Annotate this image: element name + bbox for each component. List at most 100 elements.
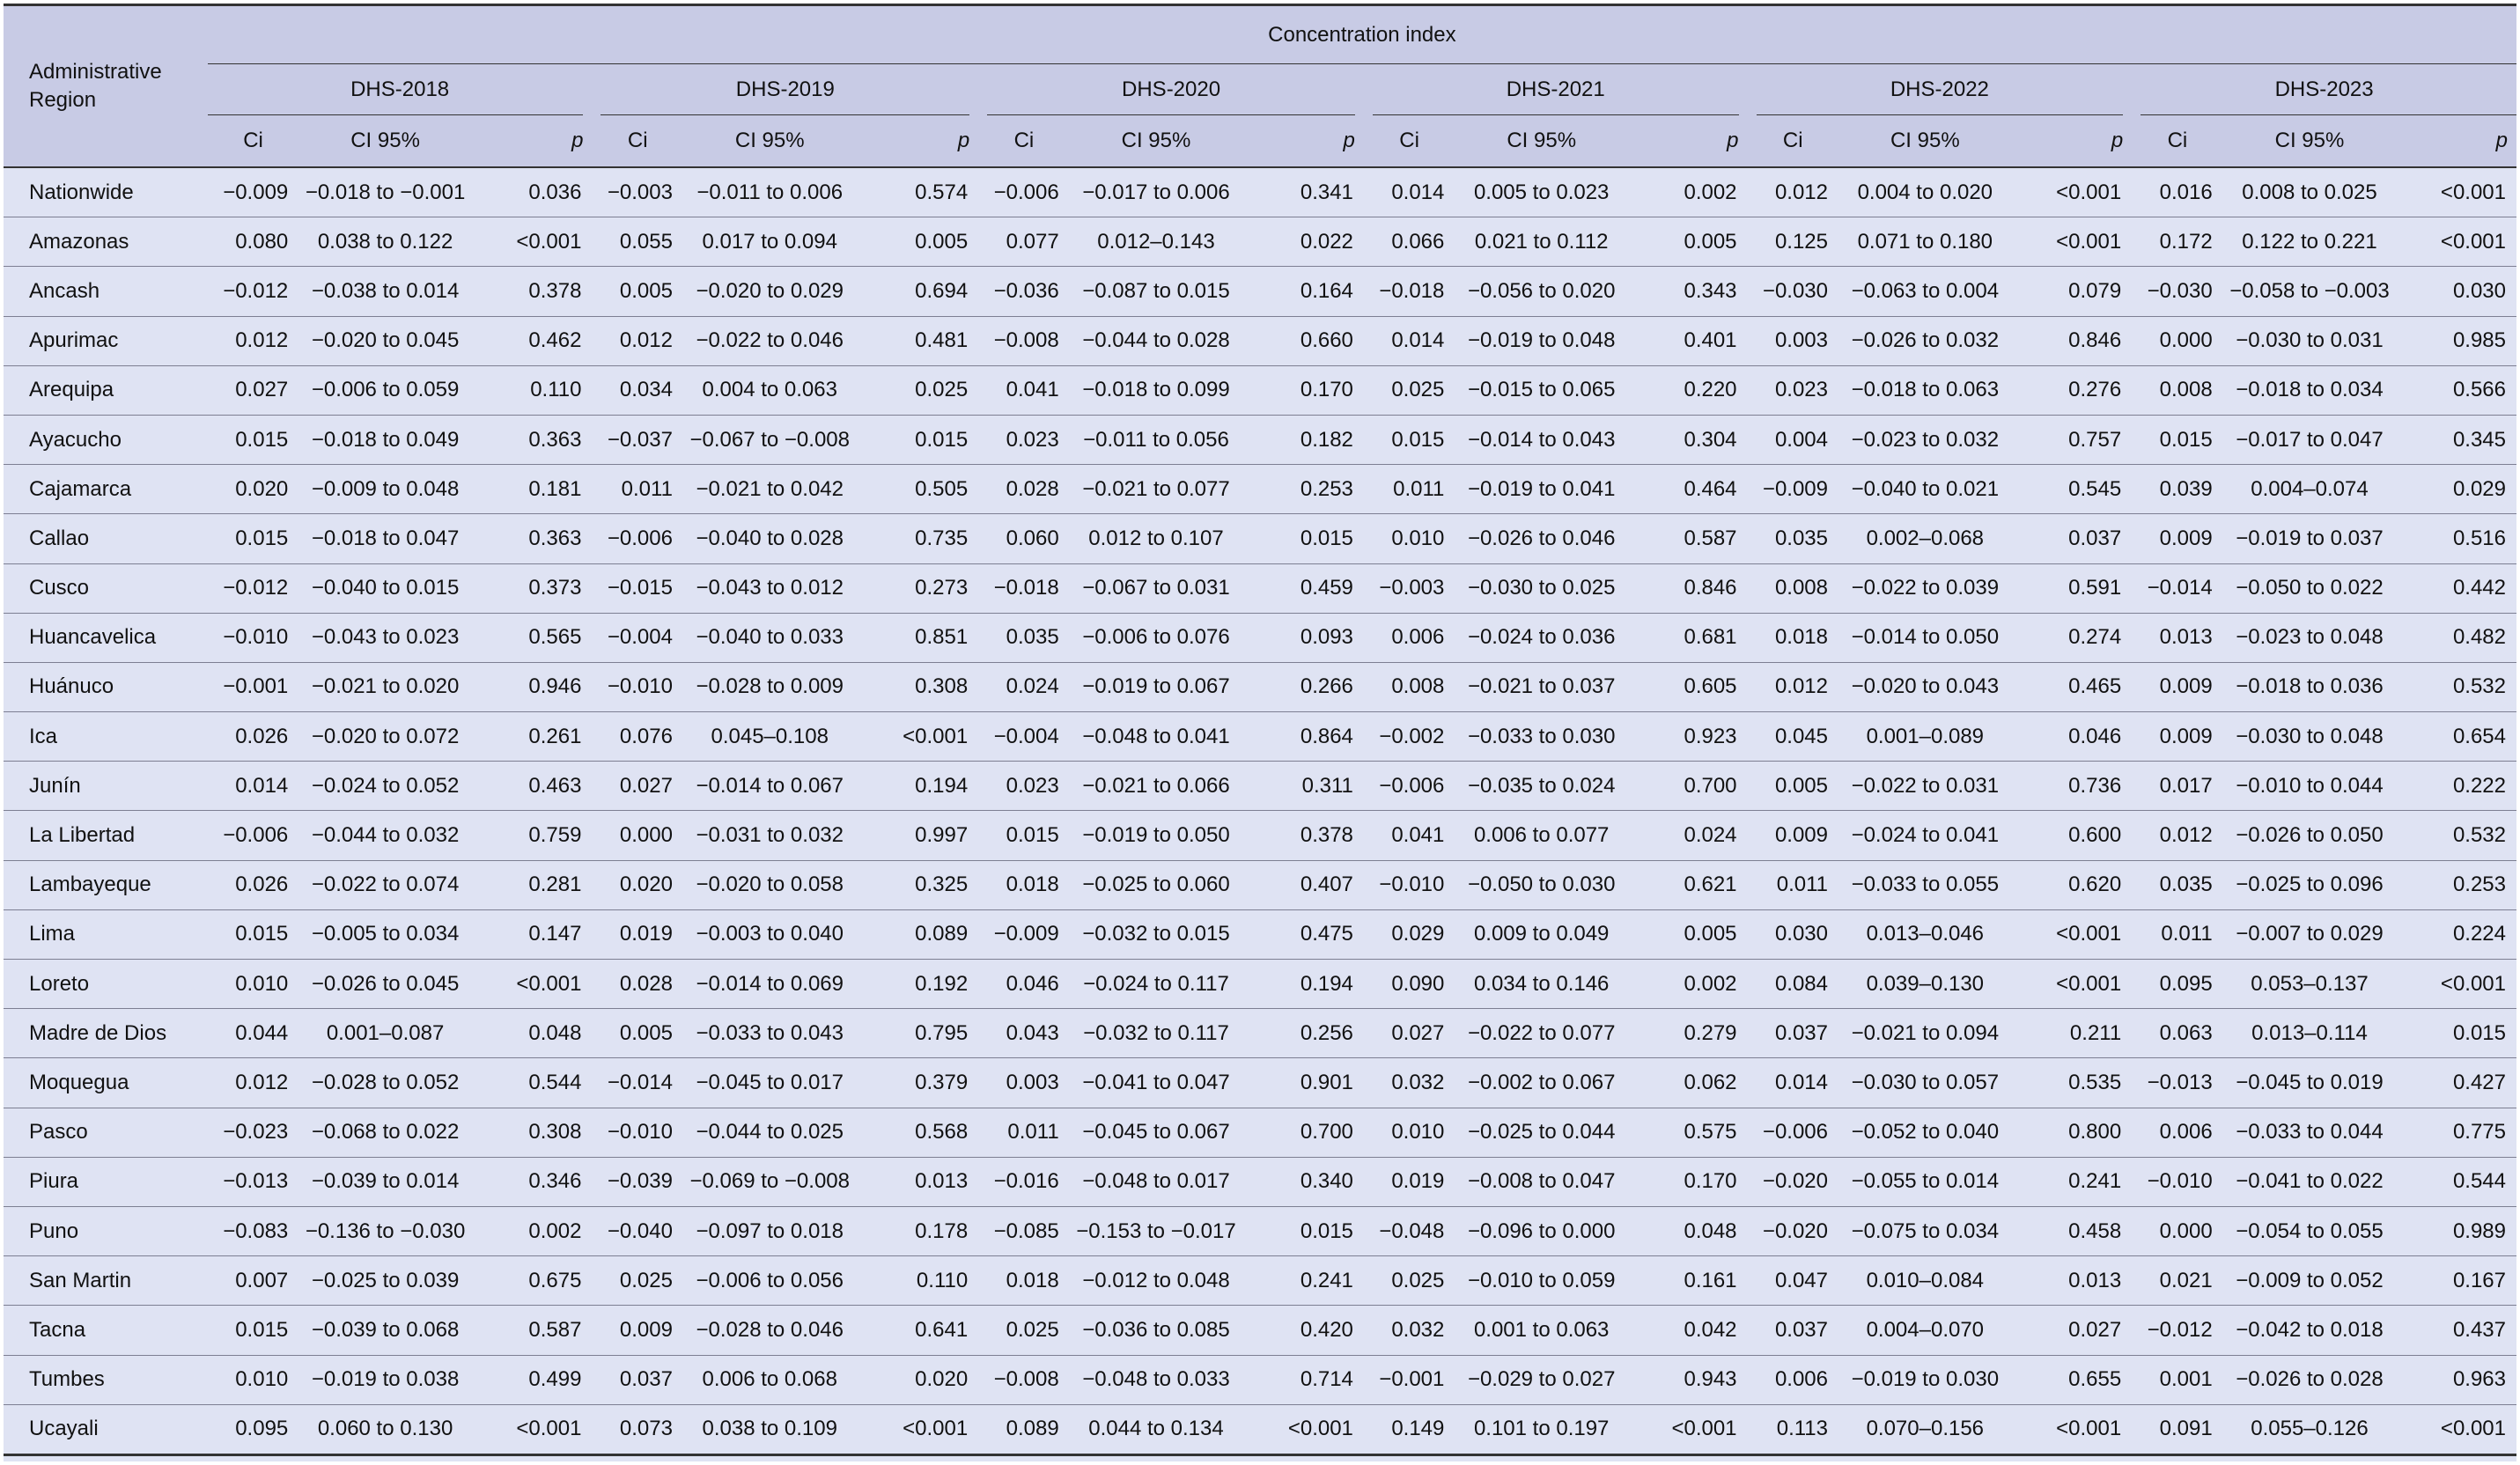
ci-cell: 0.008 xyxy=(2132,365,2223,416)
p-value-cell: 0.048 xyxy=(1627,1206,1748,1257)
ci-cell: −0.008 xyxy=(978,316,1070,366)
p-value-cell: <0.001 xyxy=(471,959,593,1010)
ci95-cell: −0.026 to 0.050 xyxy=(2222,810,2397,861)
ci-cell: 0.000 xyxy=(2132,316,2223,366)
ci-cell: −0.048 xyxy=(1363,1206,1455,1257)
region-cell: San Martin xyxy=(4,1255,208,1307)
ci-cell: −0.020 xyxy=(1747,1157,1838,1207)
ci-cell: 0.172 xyxy=(2132,217,2223,268)
p-value-cell: 0.062 xyxy=(1627,1057,1748,1108)
ci95-cell: −0.003 to 0.040 xyxy=(682,909,857,961)
ci95-cell: 0.055–0.126 xyxy=(2222,1404,2397,1456)
p-value-cell: 0.700 xyxy=(1242,1108,1364,1158)
ci-cell: 0.008 xyxy=(1363,662,1455,713)
ci95-cell: −0.040 to 0.015 xyxy=(298,563,472,614)
ci-cell: 0.037 xyxy=(592,1355,683,1405)
ci95-cell: −0.052 to 0.040 xyxy=(1838,1108,2012,1158)
p-value-cell: 0.224 xyxy=(2396,909,2516,961)
ci-cell: −0.006 xyxy=(592,513,683,564)
ci95-cell: −0.024 to 0.041 xyxy=(1838,810,2012,861)
ci95-cell: −0.018 to 0.099 xyxy=(1069,365,1243,416)
ci-cell: −0.001 xyxy=(1363,1355,1455,1405)
ci-cell: −0.013 xyxy=(2132,1057,2223,1108)
p-value-cell: 0.505 xyxy=(856,464,979,515)
ci-cell: 0.046 xyxy=(978,959,1070,1010)
p-value-cell: 0.363 xyxy=(471,415,593,466)
ci95-column-header: CI 95% xyxy=(1069,115,1243,168)
region-cell: Cajamarca xyxy=(4,464,208,515)
p-value-cell: <0.001 xyxy=(2011,1404,2133,1456)
ci-cell: 0.009 xyxy=(2132,711,2223,762)
p-value-cell: 0.574 xyxy=(856,167,979,218)
ci95-cell: −0.039 to 0.014 xyxy=(298,1157,472,1207)
survey-header-dhs-2020: DHS-2020 xyxy=(978,64,1364,115)
ci-cell: −0.008 xyxy=(978,1355,1070,1405)
p-value-cell: 0.681 xyxy=(1627,613,1748,663)
ci95-cell: −0.028 to 0.046 xyxy=(682,1305,857,1356)
table-header: Administrative Region Concentration inde… xyxy=(4,4,2516,168)
p-value-cell: 0.279 xyxy=(1627,1008,1748,1059)
p-value-cell: 0.015 xyxy=(856,415,979,466)
ci95-cell: −0.021 to 0.066 xyxy=(1069,761,1243,812)
ci-cell: 0.007 xyxy=(207,1255,299,1307)
ci95-cell: −0.153 to −0.017 xyxy=(1069,1206,1243,1257)
p-value-cell: 0.437 xyxy=(2396,1305,2516,1356)
ci95-cell: −0.043 to 0.012 xyxy=(682,563,857,614)
p-value-cell: 0.002 xyxy=(471,1206,593,1257)
p-value-cell: 0.587 xyxy=(1627,513,1748,564)
ci95-cell: −0.022 to 0.039 xyxy=(1838,563,2012,614)
table-row: Piura −0.013 −0.039 to 0.014 0.346 −0.039 −0.… xyxy=(4,1157,2516,1207)
ci95-cell: 0.071 to 0.180 xyxy=(1838,217,2012,268)
ci95-cell: −0.022 to 0.031 xyxy=(1838,761,2012,812)
p-value-cell: <0.001 xyxy=(1627,1404,1748,1456)
ci-cell: 0.011 xyxy=(592,464,683,515)
ci-cell: 0.005 xyxy=(592,266,683,317)
ci-cell: −0.004 xyxy=(592,613,683,663)
ci95-cell: −0.019 to 0.050 xyxy=(1069,810,1243,861)
ci-cell: 0.009 xyxy=(1747,810,1838,861)
ci-cell: 0.009 xyxy=(2132,662,2223,713)
p-value-cell: 0.110 xyxy=(856,1255,979,1307)
ci-cell: −0.039 xyxy=(592,1157,683,1207)
ci-cell: −0.004 xyxy=(978,711,1070,762)
table-body: Nationwide −0.009 −0.018 to −0.001 0.036 −0.… xyxy=(4,167,2516,1456)
p-value-cell: 0.736 xyxy=(2011,761,2133,812)
ci-cell: 0.032 xyxy=(1363,1305,1455,1356)
region-cell: Piura xyxy=(4,1157,208,1207)
ci-cell: −0.006 xyxy=(1363,761,1455,812)
ci95-column-header: CI 95% xyxy=(1455,115,1628,168)
ci-cell: 0.000 xyxy=(592,810,683,861)
ci-cell: 0.015 xyxy=(207,513,299,564)
ci-cell: −0.003 xyxy=(592,167,683,218)
p-value-cell: <0.001 xyxy=(2396,217,2516,268)
ci-column-header: Ci xyxy=(1363,115,1455,168)
table-row: Madre de Dios 0.044 0.001–0.087 0.048 0.005−… xyxy=(4,1008,2516,1059)
ci-cell: −0.030 xyxy=(2132,266,2223,317)
ci95-cell: −0.006 to 0.056 xyxy=(682,1255,857,1307)
ci95-column-header: CI 95% xyxy=(682,115,857,168)
ci-cell: 0.018 xyxy=(978,860,1070,910)
ci95-cell: 0.101 to 0.197 xyxy=(1455,1404,1628,1456)
p-value-cell: 0.005 xyxy=(1627,217,1748,268)
p-value-cell: 0.015 xyxy=(2396,1008,2516,1059)
p-value-cell: 0.641 xyxy=(856,1305,979,1356)
p-value-cell: 0.475 xyxy=(1242,909,1364,961)
table-row: Tacna 0.015 −0.039 to 0.068 0.587 0.009 −0.02… xyxy=(4,1305,2516,1356)
p-value-cell: 0.795 xyxy=(856,1008,979,1059)
ci95-cell: −0.075 to 0.034 xyxy=(1838,1206,2012,1257)
p-value-cell: 0.161 xyxy=(1627,1255,1748,1307)
p-value-cell: 0.378 xyxy=(1242,810,1364,861)
ci-cell: 0.015 xyxy=(2132,415,2223,466)
ci95-cell: −0.022 to 0.074 xyxy=(298,860,472,910)
ci95-cell: −0.045 to 0.019 xyxy=(2222,1057,2397,1108)
p-value-cell: 0.020 xyxy=(856,1355,979,1405)
p-value-cell: 0.566 xyxy=(2396,365,2516,416)
p-value-cell: 0.660 xyxy=(1242,316,1364,366)
region-cell: Loreto xyxy=(4,959,208,1010)
ci95-cell: −0.021 to 0.037 xyxy=(1455,662,1628,713)
ci95-cell: −0.035 to 0.024 xyxy=(1455,761,1628,812)
p-value-cell: 0.261 xyxy=(471,711,593,762)
ci95-cell: −0.050 to 0.030 xyxy=(1455,860,1628,910)
ci95-cell: −0.005 to 0.034 xyxy=(298,909,472,961)
ci-cell: 0.113 xyxy=(1747,1404,1838,1456)
